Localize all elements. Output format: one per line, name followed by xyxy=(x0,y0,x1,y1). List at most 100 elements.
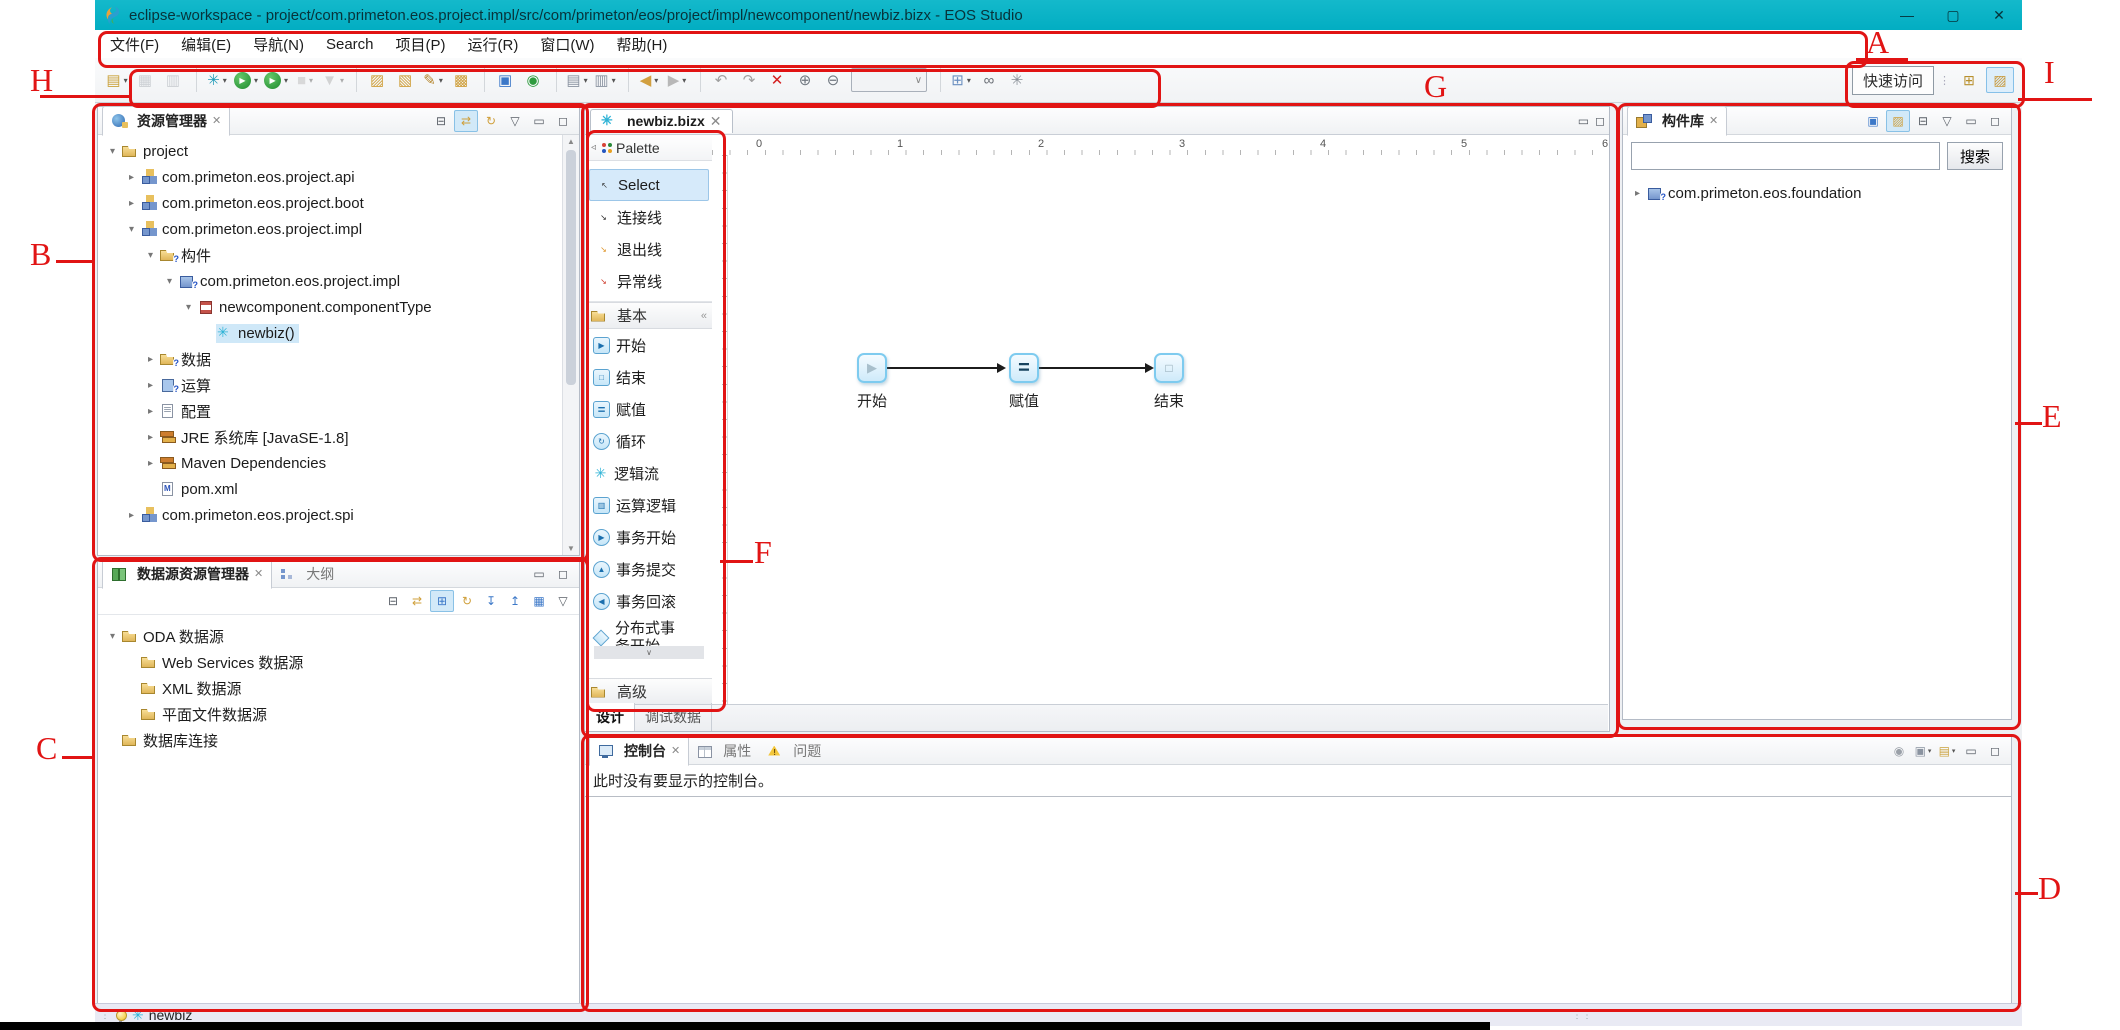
new-wizard-button[interactable]: ▤ xyxy=(104,68,130,92)
palette-exception-line[interactable]: ↘ 异常线 xyxy=(589,265,709,297)
panel-tab[interactable]: 数据源资源管理器 ✕ xyxy=(102,559,272,589)
tree-item-api[interactable]: ▸ com.primeton.eos.project.api xyxy=(98,164,563,190)
collapse-all-button[interactable]: ⊟ xyxy=(382,591,404,611)
expand-arrow-icon[interactable]: ▸ xyxy=(123,510,140,521)
tab-resource-explorer[interactable]: 资源管理器 ✕ xyxy=(102,106,230,136)
tree-item-webservices[interactable]: Web Services 数据源 xyxy=(98,649,579,675)
collapse-all-button[interactable]: ⊟ xyxy=(1912,111,1934,131)
minimize-button[interactable]: ▭ xyxy=(528,111,550,131)
maximize-window-button[interactable]: ▢ xyxy=(1930,0,1976,30)
menu-item[interactable]: 窗口(W) xyxy=(529,32,605,57)
menu-item[interactable]: 运行(R) xyxy=(457,32,530,57)
maximize-button[interactable]: ◻ xyxy=(1984,111,2006,131)
new-file-button[interactable]: ▤ xyxy=(556,68,590,92)
relaunch-button[interactable]: ▼ xyxy=(320,68,346,92)
menu-item[interactable]: 编辑(E) xyxy=(170,32,242,57)
scrollbar-thumb[interactable] xyxy=(566,150,576,385)
collapse-all-button[interactable]: ⊟ xyxy=(430,111,452,131)
flow-node-icon[interactable]: □ xyxy=(1154,353,1184,383)
stop-button[interactable]: ■ xyxy=(292,68,318,92)
flow-node-icon[interactable]: = xyxy=(1009,353,1039,383)
view-menu-button[interactable]: ▽ xyxy=(1936,111,1958,131)
palette-assign[interactable]: = 赋值 xyxy=(586,393,712,425)
palette-logic-flow[interactable]: ✳ 逻辑流 xyxy=(586,457,712,489)
tree-item-config[interactable]: ▸ 配置 xyxy=(98,398,563,424)
expand-arrow-icon[interactable]: ▸ xyxy=(123,198,140,209)
menu-item[interactable]: 帮助(H) xyxy=(606,32,679,57)
tree-item-flatfile[interactable]: 平面文件数据源 xyxy=(98,701,579,727)
panel-tab[interactable]: 属性 xyxy=(689,737,759,765)
tree-item-foundation[interactable]: ▸ com.primeton.eos.foundation xyxy=(1623,180,2011,206)
tab-design[interactable]: 设计 xyxy=(586,703,635,731)
mark-occurrences-button[interactable]: ▥ xyxy=(592,68,618,92)
zoom-out-button[interactable]: ⊖ xyxy=(820,68,846,92)
expand-arrow-icon[interactable]: ▸ xyxy=(142,458,159,469)
scroll-up-icon[interactable]: ▲ xyxy=(567,135,575,148)
tree-item-dbconnection[interactable]: 数据库连接 xyxy=(98,727,579,753)
open-component-button[interactable]: ▨ xyxy=(356,68,390,92)
flow-node-start[interactable]: ▶ 开始 xyxy=(840,353,904,411)
tree-item-data[interactable]: ▸ 数据 xyxy=(98,346,563,372)
sync-library-button[interactable]: ▨ xyxy=(1886,110,1910,132)
refresh-button[interactable]: ↻ xyxy=(480,111,502,131)
maximize-button[interactable]: ◻ xyxy=(1984,741,2006,761)
explorer-scrollbar[interactable]: ▲ ▼ xyxy=(562,135,579,555)
palette-group-advanced[interactable]: 高级 xyxy=(586,678,712,705)
panel-tab[interactable]: 问题 xyxy=(759,737,829,765)
minimize-window-button[interactable]: — xyxy=(1884,0,1930,30)
palette-loop[interactable]: ↻ 循环 xyxy=(586,425,712,457)
tab-newbiz-bizx[interactable]: newbiz.bizx ✕ xyxy=(590,109,733,133)
close-icon[interactable]: ✕ xyxy=(254,567,263,580)
scroll-down-icon[interactable]: ▼ xyxy=(567,542,575,555)
tree-item-impl[interactable]: ▾ com.primeton.eos.project.impl xyxy=(98,216,563,242)
refresh-button[interactable]: ↻ xyxy=(456,591,478,611)
menu-item[interactable]: 文件(F) xyxy=(99,32,170,57)
save-all-button[interactable]: ▥ xyxy=(160,68,186,92)
minimize-button[interactable]: ▭ xyxy=(1960,741,1982,761)
zoom-in-button[interactable]: ⊕ xyxy=(792,68,818,92)
server-console-button[interactable]: ▣ xyxy=(484,68,518,92)
expand-arrow-icon[interactable]: ▸ xyxy=(142,406,159,417)
preferences-button[interactable]: ✳ xyxy=(1004,68,1030,92)
tree-item-impl-package[interactable]: ▾ com.primeton.eos.project.impl xyxy=(98,268,563,294)
minimize-button[interactable]: ▭ xyxy=(1960,111,1982,131)
tree-item-xml[interactable]: XML 数据源 xyxy=(98,675,579,701)
flow-node-icon[interactable]: ▶ xyxy=(857,353,887,383)
export-button[interactable]: ↥ xyxy=(504,591,526,611)
import-resource-button[interactable]: ▧ xyxy=(392,68,418,92)
close-window-button[interactable]: ✕ xyxy=(1976,0,2022,30)
tree-item-newbiz[interactable]: newbiz() xyxy=(98,320,563,346)
view-menu-button[interactable]: ▽ xyxy=(552,591,574,611)
tree-item-newcomponent[interactable]: ▾ newcomponent.componentType xyxy=(98,294,563,320)
maximize-button[interactable]: ◻ xyxy=(552,564,574,584)
expand-arrow-icon[interactable]: ▾ xyxy=(104,631,121,642)
palette-connection-line[interactable]: ↘ 连接线 xyxy=(589,201,709,233)
palette-exit-line[interactable]: ↘ 退出线 xyxy=(589,233,709,265)
tree-item-maven[interactable]: ▸ Maven Dependencies xyxy=(98,450,563,476)
show-tree-button[interactable]: ⊞ xyxy=(430,590,454,612)
deploy-package-button[interactable]: ▩ xyxy=(448,68,474,92)
maximize-button[interactable]: ◻ xyxy=(552,111,574,131)
search-components-button[interactable]: ∞ xyxy=(976,68,1002,92)
link-editor-button[interactable]: ⇄ xyxy=(454,110,478,132)
open-console-button[interactable]: ▤ xyxy=(1936,741,1958,761)
clean-build-button[interactable]: ✎ xyxy=(420,68,446,92)
expand-arrow-icon[interactable]: ▸ xyxy=(142,354,159,365)
view-menu-button[interactable]: ▽ xyxy=(504,111,526,131)
palette-scroll-more-icon[interactable]: ∨ xyxy=(594,646,704,659)
flow-node-assign[interactable]: = 赋值 xyxy=(992,353,1056,411)
tree-item-pom[interactable]: pom.xml xyxy=(98,476,563,502)
pin-icon[interactable]: « xyxy=(701,310,707,322)
import-button[interactable]: ↧ xyxy=(480,591,502,611)
undo-button[interactable]: ↶ xyxy=(700,68,734,92)
close-icon[interactable]: ✕ xyxy=(710,113,722,130)
zoom-level-combo[interactable]: ∨ xyxy=(851,68,927,92)
panel-tab[interactable]: 控制台 ✕ xyxy=(589,736,689,766)
palette-tx-begin[interactable]: ▶ 事务开始 xyxy=(586,521,712,553)
minimize-button[interactable]: ▭ xyxy=(1578,114,1589,128)
minimize-button[interactable]: ▭ xyxy=(528,564,550,584)
tree-item-components[interactable]: ▾ 构件 xyxy=(98,242,563,268)
run-external-button[interactable]: ▶ xyxy=(262,68,290,92)
palette-group-basic[interactable]: 基本 « xyxy=(586,302,712,329)
expand-arrow-icon[interactable]: ▾ xyxy=(180,302,197,313)
